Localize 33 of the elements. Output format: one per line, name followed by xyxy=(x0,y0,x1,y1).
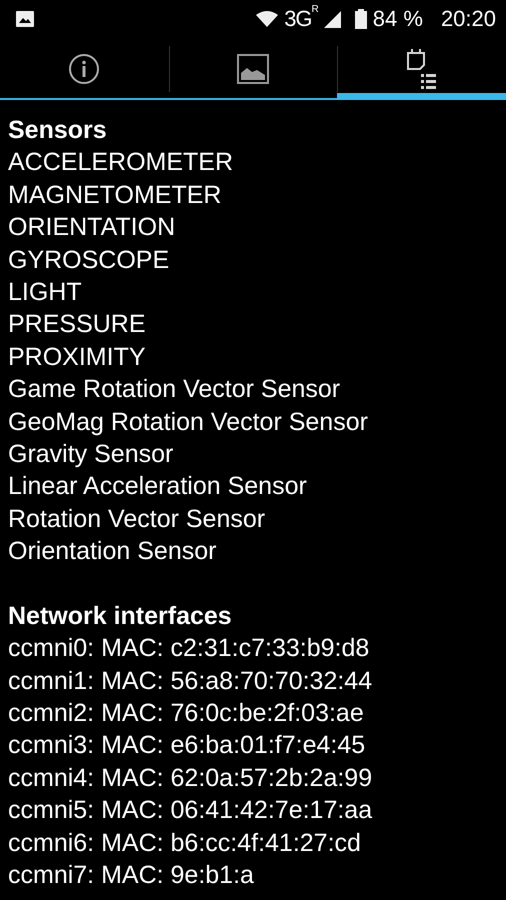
image-icon xyxy=(237,54,269,84)
list-item: Orientation Sensor xyxy=(8,536,218,568)
list-item: GeoMag Rotation Vector Sensor xyxy=(8,406,369,438)
list-item: ccmni0: MAC: c2:31:c7:33:b9:d8 xyxy=(8,633,370,664)
list-item: PRESSURE xyxy=(8,309,147,340)
picture-notification-icon xyxy=(16,11,34,27)
list-item: LIGHT xyxy=(8,277,83,308)
info-icon xyxy=(68,53,100,85)
list-item: GYROSCOPE xyxy=(8,244,170,276)
list-item: ccmni5: MAC: 06:41:42:7e:17:aa xyxy=(8,795,374,826)
list-item: ccmni6: MAC: b6:cc:4f:41:27:cd xyxy=(8,828,362,859)
battery-icon xyxy=(354,9,367,29)
list-item: PROXIMITY xyxy=(8,342,147,373)
list-item: ccmni4: MAC: 62:0a:57:2b:2a:99 xyxy=(8,762,374,794)
wifi-icon xyxy=(256,11,278,27)
list-item: Game Rotation Vector Sensor xyxy=(8,374,342,406)
list-item: Linear Acceleration Sensor xyxy=(8,471,308,502)
list-item: ccmni2: MAC: 76:0c:be:2f:03:ae xyxy=(8,698,365,729)
section-heading: Sensors xyxy=(8,115,108,146)
list-item: ccmni7: MAC: 9e:b1:a xyxy=(8,860,255,891)
list-item: ORIENTATION xyxy=(8,212,176,244)
clock: 20:20 xyxy=(440,6,496,32)
list-item: Rotation Vector Sensor xyxy=(8,504,266,535)
list-item: ccmni3: MAC: e6:ba:01:f7:e4:45 xyxy=(8,730,366,762)
list-item: ccmni1: MAC: 56:a8:70:70:32:44 xyxy=(8,666,374,696)
network-type: 3G$^{R}$ xyxy=(284,6,318,32)
signal-icon xyxy=(324,10,341,28)
battery-percent: 84 % xyxy=(372,6,423,32)
section-heading: Network interfaces xyxy=(8,600,233,632)
list-item: MAGNETOMETER xyxy=(8,180,222,211)
calendar-list-icon xyxy=(406,48,438,90)
list-item: Gravity Sensor xyxy=(8,439,174,470)
list-item: ACCELEROMETER xyxy=(8,147,234,178)
